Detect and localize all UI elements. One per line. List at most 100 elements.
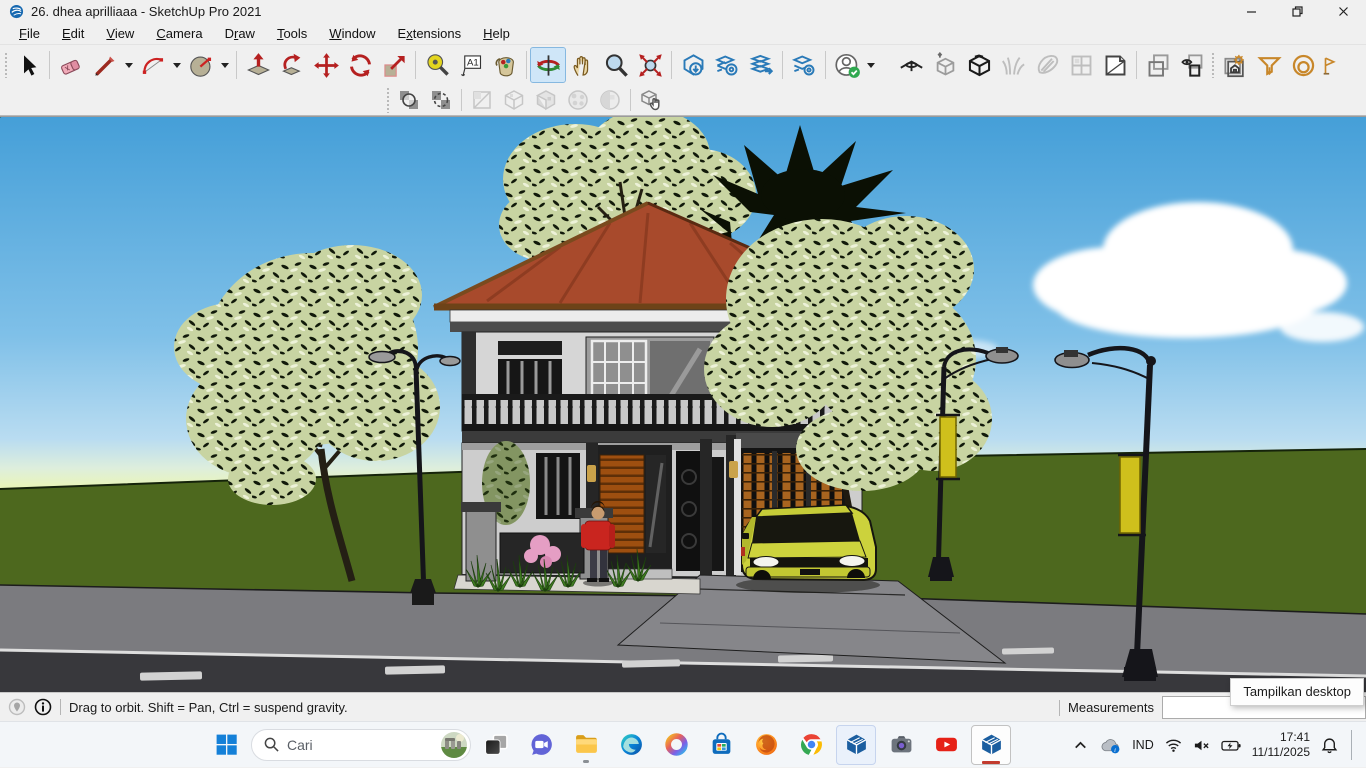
shadows-tool[interactable] (1218, 48, 1252, 82)
close-button[interactable] (1320, 0, 1366, 22)
shaded-with-textures-style[interactable] (562, 86, 594, 114)
menu-help[interactable]: Help (472, 24, 521, 43)
minimize-button[interactable] (1228, 0, 1274, 22)
chrome-button[interactable] (791, 725, 831, 765)
battery-icon[interactable] (1221, 737, 1241, 754)
edge-button[interactable] (611, 725, 651, 765)
toolbar-grip[interactable] (4, 52, 9, 78)
firefox-button[interactable] (746, 725, 786, 765)
viewport-scene[interactable] (0, 117, 1366, 692)
info-icon[interactable] (34, 698, 52, 716)
file-explorer-button[interactable] (566, 725, 606, 765)
arc-tool[interactable] (136, 48, 170, 82)
language-indicator[interactable]: IND (1132, 738, 1154, 752)
style-page-tool[interactable] (1098, 48, 1132, 82)
onedrive-cloud-icon[interactable]: i (1100, 737, 1121, 754)
back-edges-style[interactable] (425, 86, 457, 114)
flag-tool[interactable] (1320, 48, 1342, 82)
line-tool[interactable] (88, 48, 122, 82)
copilot-button[interactable] (656, 725, 696, 765)
restore-button[interactable] (1274, 0, 1320, 22)
modeling-viewport[interactable] (0, 116, 1366, 692)
component-upload-tool[interactable] (928, 48, 962, 82)
toolbar-separator (236, 51, 237, 79)
wireframe-style[interactable] (466, 86, 498, 114)
camera-button[interactable] (881, 725, 921, 765)
hidden-line-style[interactable] (498, 86, 530, 114)
tray-chevron-icon[interactable] (1072, 737, 1089, 754)
volume-muted-icon[interactable] (1193, 737, 1210, 754)
arc-options-caret[interactable] (170, 48, 184, 82)
light-funnel-tool[interactable] (1252, 48, 1286, 82)
toolbar-grip[interactable] (386, 87, 391, 113)
menu-file[interactable]: File (8, 24, 51, 43)
zoom-extents-tool[interactable] (633, 48, 667, 82)
show-desktop-strip[interactable] (1351, 730, 1352, 760)
line-options-caret[interactable] (122, 48, 136, 82)
shaded-style[interactable] (530, 86, 562, 114)
pan-tool[interactable] (565, 48, 599, 82)
menu-camera[interactable]: Camera (145, 24, 213, 43)
eraser-tool[interactable] (54, 48, 88, 82)
chat-button[interactable] (521, 725, 561, 765)
section-plane-tool[interactable] (894, 48, 928, 82)
menu-tools[interactable]: Tools (266, 24, 318, 43)
tape-measure-tool[interactable] (420, 48, 454, 82)
menu-view[interactable]: View (95, 24, 145, 43)
start-button[interactable] (206, 725, 246, 765)
search-highlight-image[interactable] (441, 732, 467, 758)
sketchup-pinned-button[interactable] (836, 725, 876, 765)
sketchup-window: 26. dhea aprilliaaa - SketchUp Pro 2021 … (0, 0, 1366, 768)
3d-warehouse-tool[interactable] (676, 48, 710, 82)
notification-bell-icon[interactable] (1321, 737, 1338, 754)
geolocation-icon[interactable] (8, 698, 26, 716)
monochrome-style[interactable] (594, 86, 626, 114)
toolbar-grip[interactable] (1211, 52, 1216, 78)
wifi-icon[interactable] (1165, 737, 1182, 754)
menu-edit[interactable]: Edit (51, 24, 95, 43)
circle-tool[interactable] (184, 48, 218, 82)
svg-text:i: i (1114, 746, 1116, 753)
view-frame-tool[interactable] (1175, 48, 1209, 82)
main-toolbar: A1 (0, 45, 1366, 85)
orbit-tool[interactable] (531, 48, 565, 82)
clock[interactable]: 17:41 11/11/2025 (1252, 730, 1310, 760)
menu-draw[interactable]: Draw (214, 24, 266, 43)
component-edit-tool[interactable] (635, 86, 667, 114)
manage-extensions-tool[interactable] (787, 48, 821, 82)
rotate-tool[interactable] (343, 48, 377, 82)
select-tool[interactable] (11, 48, 45, 82)
push-pull-tool[interactable] (241, 48, 275, 82)
follow-me-tool[interactable] (275, 48, 309, 82)
youtube-button[interactable] (926, 725, 966, 765)
scale-tool[interactable] (377, 48, 411, 82)
sketchup-active-button[interactable] (971, 725, 1011, 765)
text-tool[interactable]: A1 (454, 48, 488, 82)
toolbar-separator (825, 51, 826, 79)
sketchup-icon (844, 732, 869, 757)
outliner-frames-tool[interactable] (1141, 48, 1175, 82)
share-component-tool[interactable] (744, 48, 778, 82)
x-ray-style[interactable] (393, 86, 425, 114)
vegetation-tool[interactable] (996, 48, 1030, 82)
store-button[interactable] (701, 725, 741, 765)
yellow-car[interactable] (736, 505, 880, 593)
paint-bucket-tool[interactable] (488, 48, 522, 82)
search-box[interactable]: Cari (251, 729, 471, 761)
account-button[interactable] (830, 48, 864, 82)
menu-extensions[interactable]: Extensions (387, 24, 473, 43)
shell-tool[interactable] (1030, 48, 1064, 82)
zoom-tool[interactable] (599, 48, 633, 82)
task-view-button[interactable] (476, 725, 516, 765)
share-model-tool[interactable] (710, 48, 744, 82)
move-tool[interactable] (309, 48, 343, 82)
windows-logo-icon (214, 732, 239, 757)
menu-window[interactable]: Window (318, 24, 386, 43)
sketchup-icon (979, 732, 1004, 757)
window-grid-tool[interactable] (1064, 48, 1098, 82)
circle-options-caret[interactable] (218, 48, 232, 82)
component-box-tool[interactable] (962, 48, 996, 82)
circle-tool-orange[interactable] (1286, 48, 1320, 82)
toolbar-separator (526, 51, 527, 79)
account-options-caret[interactable] (864, 48, 878, 82)
